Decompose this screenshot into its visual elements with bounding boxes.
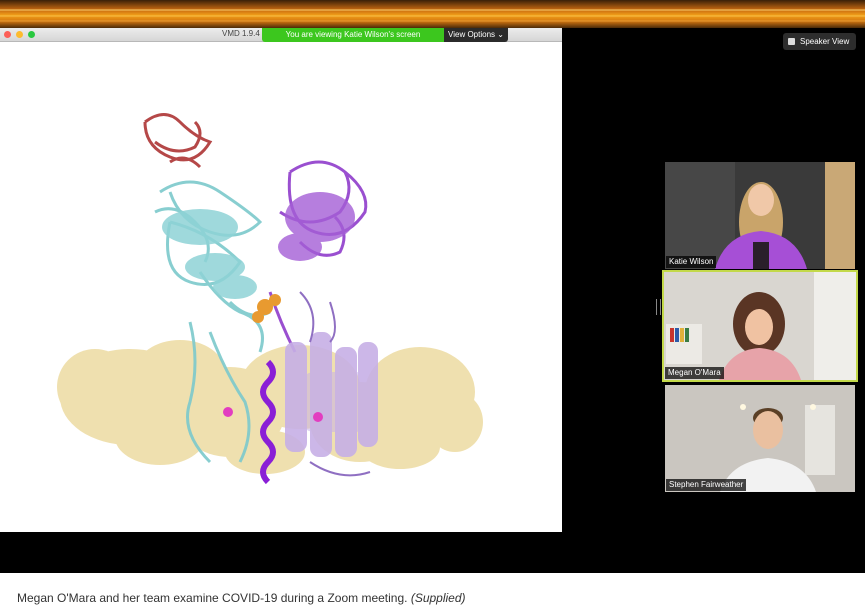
stephen-video-feed	[665, 385, 855, 492]
participant-name: Stephen Fairweather	[666, 479, 747, 491]
participant-name: Megan O'Mara	[665, 367, 724, 379]
view-options-label: View Options	[448, 30, 496, 39]
katie-video-feed	[665, 162, 855, 269]
vmd-window-title: VMD 1.9.4	[222, 29, 260, 38]
minimize-window-icon[interactable]	[16, 31, 23, 38]
screen-share-banner: You are viewing Katie Wilson's screen	[262, 28, 444, 42]
vmd-shared-window: VMD 1.9.4	[0, 28, 562, 532]
gallery-resize-handle[interactable]	[656, 299, 661, 315]
participant-tile-stephen[interactable]: Stephen Fairweather	[665, 385, 855, 492]
lavender-transmembrane-bundle	[285, 332, 378, 457]
view-options-button[interactable]: View Options ⌄	[444, 28, 508, 42]
speaker-view-label: Speaker View	[800, 37, 850, 46]
photo-caption: Megan O'Mara and her team examine COVID-…	[17, 591, 466, 605]
molecular-structure-render[interactable]	[0, 42, 562, 532]
speaker-view-button[interactable]: Speaker View	[783, 33, 856, 50]
red-protein-domain	[143, 113, 213, 169]
sunset-background-strip	[0, 0, 865, 28]
megan-video-feed	[664, 272, 856, 380]
caption-text: Megan O'Mara and her team examine COVID-…	[17, 591, 408, 605]
grid-icon	[788, 38, 795, 45]
participant-tile-katie[interactable]: Katie Wilson	[665, 162, 855, 269]
participant-tile-megan[interactable]: Megan O'Mara	[662, 270, 858, 382]
maximize-window-icon[interactable]	[28, 31, 35, 38]
purple-protein-domain	[268, 160, 368, 353]
caption-credit: (Supplied)	[410, 591, 466, 605]
close-window-icon[interactable]	[4, 31, 11, 38]
chevron-down-icon: ⌄	[497, 30, 504, 39]
participant-name: Katie Wilson	[666, 256, 717, 268]
